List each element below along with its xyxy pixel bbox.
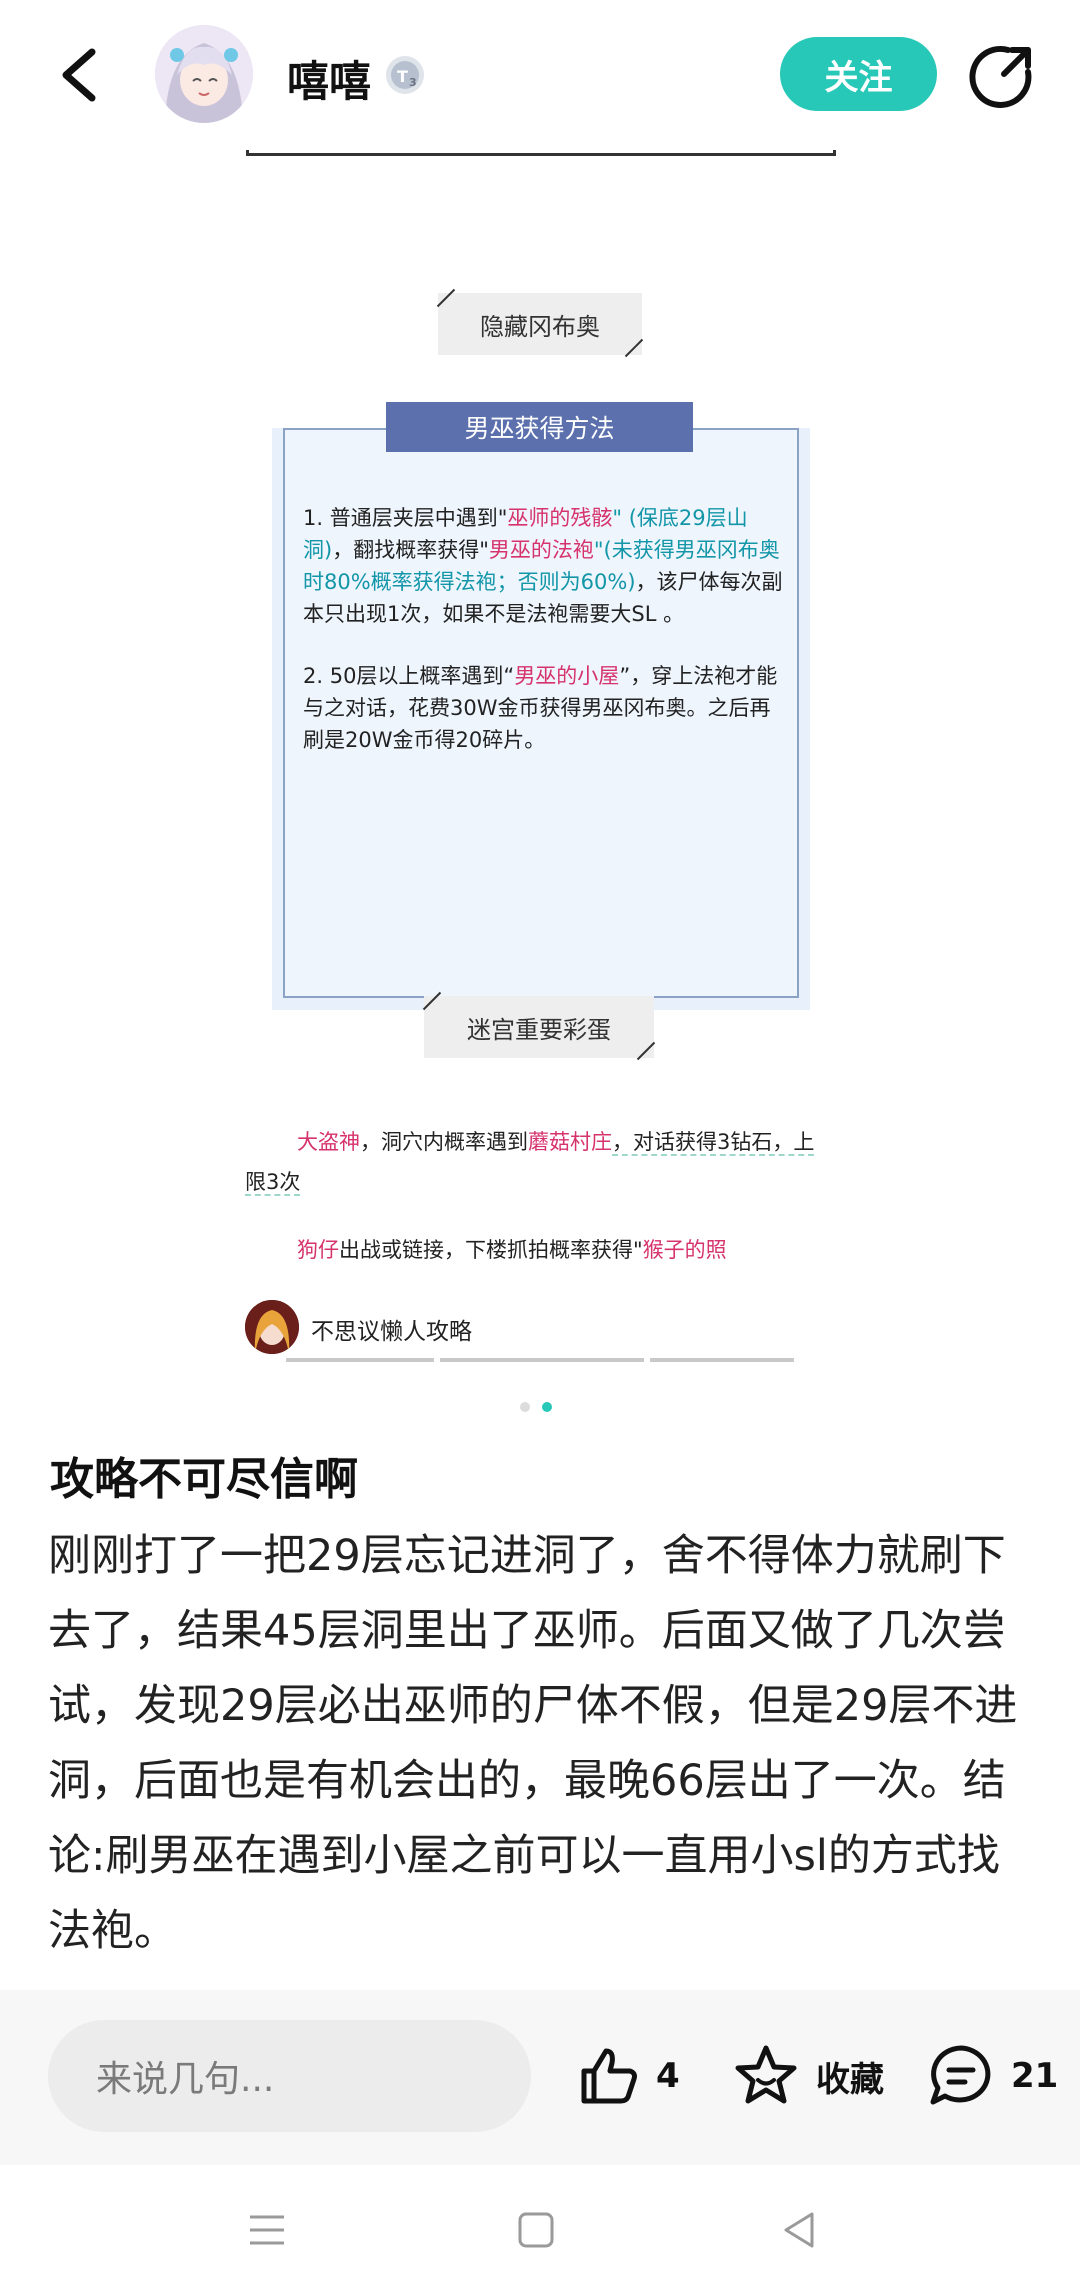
system-nav-bar xyxy=(0,2165,1080,2295)
method-paragraph-1: 1. 普通层夹层中遇到"巫师的残骸" (保底29层山洞)，翻找概率获得"男巫的法… xyxy=(303,502,783,630)
text-run: 蘑菇村庄 xyxy=(528,1130,612,1154)
image-progress-segment xyxy=(286,1358,434,1362)
back-triangle-icon[interactable] xyxy=(782,2211,816,2249)
carousel-indicator[interactable] xyxy=(520,1400,560,1412)
author-name[interactable]: 不思议懒人攻略 xyxy=(311,1312,472,1346)
comment-count: 21 xyxy=(1011,2056,1059,2096)
post-title: 攻略不可尽信啊 xyxy=(50,1454,358,1505)
level-badge-icon: T 3 xyxy=(386,56,424,94)
section-tag-maze: 迷宫重要彩蛋 xyxy=(422,991,656,1061)
avatar[interactable] xyxy=(155,25,253,123)
post-body: 刚刚打了一把29层忘记进洞了，舍不得体力就刷下去了，结果45层洞里出了巫师。后面… xyxy=(48,1531,1018,1956)
easter-paragraph-2: 狗仔出战或链接，下楼抓拍概率获得"猴子的照 xyxy=(245,1230,825,1270)
text-run: 猴子的照 xyxy=(642,1238,727,1262)
text-run: 大盗神 xyxy=(297,1130,360,1154)
back-arrow-icon[interactable] xyxy=(50,40,110,110)
easter-egg-text: 大盗神，洞穴内概率遇到蘑菇村庄，对话获得3钻石，上限3次 狗仔出战或链接，下楼抓… xyxy=(245,1122,825,1298)
svg-text:3: 3 xyxy=(409,76,417,89)
text-run: ，翻找概率获得" xyxy=(332,538,489,562)
text-run: 男巫的法袍 xyxy=(488,538,594,562)
text-run: 男巫的小屋 xyxy=(514,664,620,688)
svg-text:T: T xyxy=(397,67,408,86)
method-title: 男巫获得方法 xyxy=(386,402,693,452)
post-detail-screen: { "header": { "username": "嘻嘻", "level_b… xyxy=(0,0,1080,2295)
section-tag-hidden: 隐藏冈布奥 xyxy=(436,288,644,358)
comment-input[interactable]: 来说几句... xyxy=(48,2020,531,2132)
like-button[interactable]: 4 xyxy=(576,2040,680,2112)
text-run: 巫师的残骸 xyxy=(507,506,613,530)
text-run: 1. 普通层夹层中遇到" xyxy=(303,506,508,530)
image-carousel[interactable]: 隐藏冈布奥 男巫获得方法 1. 普通层夹层中遇到"巫师的残骸" (保底29层山洞… xyxy=(0,150,1080,1390)
comment-bubble-icon xyxy=(930,2045,991,2105)
method-text: 1. 普通层夹层中遇到"巫师的残骸" (保底29层山洞)，翻找概率获得"男巫的法… xyxy=(303,502,783,786)
text-run: ，洞穴内概率遇到 xyxy=(360,1130,528,1154)
star-icon xyxy=(735,2045,797,2104)
easter-paragraph-1: 大盗神，洞穴内概率遇到蘑菇村庄，对话获得3钻石，上限3次 xyxy=(245,1122,825,1202)
text-run: 2. 50层以上概率遇到“ xyxy=(303,664,515,688)
follow-button[interactable]: 关注 xyxy=(780,37,937,111)
menu-icon[interactable] xyxy=(248,2213,286,2247)
favorite-button[interactable]: 收藏 xyxy=(730,2040,884,2112)
author-avatar[interactable] xyxy=(245,1300,299,1354)
username[interactable]: 嘻嘻 xyxy=(287,48,371,109)
image-progress-segment xyxy=(440,1358,644,1362)
share-icon[interactable] xyxy=(968,42,1036,110)
method-paragraph-2: 2. 50层以上概率遇到“男巫的小屋”，穿上法袍才能与之对话，花费30W金币获得… xyxy=(303,660,783,756)
like-count: 4 xyxy=(656,2056,680,2096)
home-square-icon[interactable] xyxy=(518,2212,554,2248)
carousel-dot[interactable] xyxy=(520,1402,530,1412)
top-bar: 嘻嘻 T 3 关注 xyxy=(0,0,1080,150)
thumbs-up-icon xyxy=(581,2048,637,2104)
comment-button[interactable]: 21 xyxy=(925,2040,1058,2112)
text-run: 狗仔 xyxy=(297,1238,339,1262)
image-progress-segment xyxy=(650,1358,794,1362)
favorite-label: 收藏 xyxy=(816,2059,884,2100)
image-top-frame xyxy=(246,150,836,156)
text-run: 出战或链接，下楼抓拍概率获得" xyxy=(339,1238,643,1262)
carousel-dot-active[interactable] xyxy=(542,1402,552,1412)
